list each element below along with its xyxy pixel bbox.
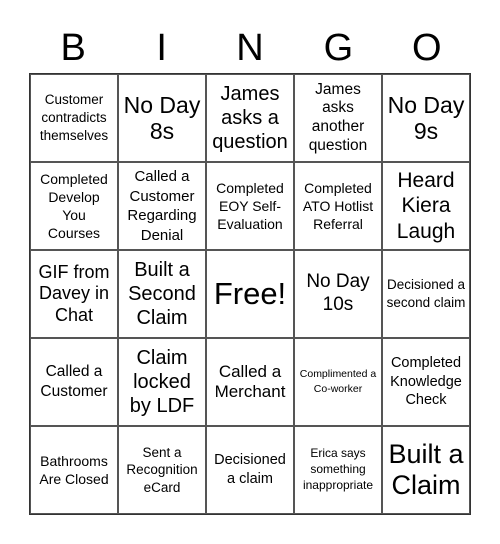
bingo-cell[interactable]: Heard Kiera Laugh — [382, 162, 470, 250]
bingo-cell[interactable]: Called a Customer Regarding Denial — [118, 162, 206, 250]
bingo-cell[interactable]: Erica says something inappropriate — [294, 426, 382, 514]
bingo-cell[interactable]: Completed Knowledge Check — [382, 338, 470, 426]
bingo-cell[interactable]: Built a Second Claim — [118, 250, 206, 338]
header-letter-n: N — [236, 27, 264, 69]
header-letter-g: G — [323, 27, 354, 69]
bingo-cell[interactable]: James asks another question — [294, 74, 382, 162]
header-letter-i: I — [156, 27, 167, 69]
bingo-cell[interactable]: Sent a Recognition eCard — [118, 426, 206, 514]
bingo-cell[interactable]: Claim locked by LDF — [118, 338, 206, 426]
bingo-cell[interactable]: Complimented a Co-worker — [294, 338, 382, 426]
bingo-cell[interactable]: Completed EOY Self-Evaluation — [206, 162, 294, 250]
bingo-cell[interactable]: Customer contradicts themselves — [30, 74, 118, 162]
bingo-cell[interactable]: Called a Merchant — [206, 338, 294, 426]
header-letter-o: O — [412, 27, 442, 69]
bingo-cell[interactable]: Decisioned a second claim — [382, 250, 470, 338]
bingo-cell[interactable]: Built a Claim — [382, 426, 470, 514]
bingo-cell[interactable]: James asks a question — [206, 74, 294, 162]
header-letter-b: B — [60, 27, 86, 69]
bingo-header: B I N G O — [29, 24, 471, 72]
bingo-cell[interactable]: Called a Customer — [30, 338, 118, 426]
bingo-cell[interactable]: GIF from Davey in Chat — [30, 250, 118, 338]
bingo-cell[interactable]: No Day 8s — [118, 74, 206, 162]
bingo-cell[interactable]: Decisioned a claim — [206, 426, 294, 514]
bingo-cell[interactable]: Completed ATO Hotlist Referral — [294, 162, 382, 250]
bingo-cell[interactable]: No Day 9s — [382, 74, 470, 162]
bingo-cell[interactable]: Bathrooms Are Closed — [30, 426, 118, 514]
bingo-cell-free[interactable]: Free! — [206, 250, 294, 338]
bingo-board: Customer contradicts themselves No Day 8… — [29, 73, 471, 515]
bingo-cell[interactable]: No Day 10s — [294, 250, 382, 338]
bingo-cell[interactable]: Completed Develop You Courses — [30, 162, 118, 250]
